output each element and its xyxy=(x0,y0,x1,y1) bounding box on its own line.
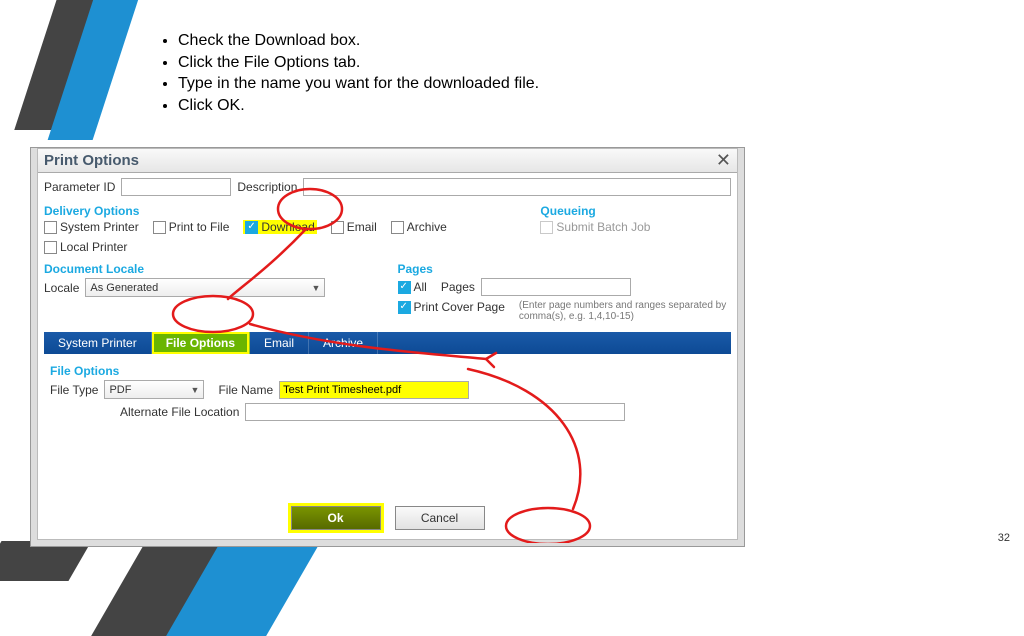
description-input[interactable] xyxy=(303,178,731,196)
local-printer-checkbox[interactable] xyxy=(44,241,57,254)
file-name-label: File Name xyxy=(218,383,273,397)
email-checkbox[interactable] xyxy=(331,221,344,234)
instruction-item: Click the File Options tab. xyxy=(178,52,539,74)
locale-select[interactable]: As Generated ▼ xyxy=(85,278,325,297)
instruction-list: Check the Download box. Click the File O… xyxy=(160,30,539,116)
instruction-item: Check the Download box. xyxy=(178,30,539,52)
file-options-pane: File Options File Type PDF ▼ File Name A… xyxy=(44,354,731,431)
alternate-file-location-input[interactable] xyxy=(245,403,625,421)
dialog-title: Print Options xyxy=(44,152,139,169)
download-checkbox[interactable] xyxy=(245,221,258,234)
queueing-heading: Queueing xyxy=(540,204,731,218)
pages-input[interactable] xyxy=(481,278,631,296)
ok-button[interactable]: Ok xyxy=(291,506,381,530)
pages-all-checkbox[interactable] xyxy=(398,281,411,294)
file-options-heading: File Options xyxy=(50,364,725,378)
tab-bar: System Printer File Options Email Archiv… xyxy=(44,332,731,354)
system-printer-checkbox[interactable] xyxy=(44,221,57,234)
tab-file-options[interactable]: File Options xyxy=(152,332,250,354)
document-locale-heading: Document Locale xyxy=(44,262,378,276)
pages-all-label: All xyxy=(414,280,427,294)
delivery-options-heading: Delivery Options xyxy=(44,204,520,218)
tab-email[interactable]: Email xyxy=(250,332,309,354)
chevron-down-icon: ▼ xyxy=(191,385,200,395)
pages-label: Pages xyxy=(441,280,475,294)
parameter-id-label: Parameter ID xyxy=(44,180,115,194)
alternate-file-location-label: Alternate File Location xyxy=(120,405,239,419)
pages-heading: Pages xyxy=(398,262,732,276)
submit-batch-job-checkbox xyxy=(540,221,553,234)
locale-label: Locale xyxy=(44,281,79,295)
print-to-file-label: Print to File xyxy=(169,220,230,234)
tab-archive[interactable]: Archive xyxy=(309,332,378,354)
chevron-down-icon: ▼ xyxy=(311,283,320,293)
email-label: Email xyxy=(347,220,377,234)
description-label: Description xyxy=(237,180,297,194)
pages-hint: (Enter page numbers and ranges separated… xyxy=(519,300,731,322)
print-cover-page-label: Print Cover Page xyxy=(414,300,505,314)
print-options-dialog-wrap: Print Options ✕ Parameter ID Description… xyxy=(30,147,745,547)
page-number: 32 xyxy=(998,532,1010,544)
locale-value: As Generated xyxy=(90,282,158,294)
instruction-item: Click OK. xyxy=(178,95,539,117)
dialog-titlebar: Print Options ✕ xyxy=(38,149,737,173)
close-icon[interactable]: ✕ xyxy=(716,150,731,171)
print-cover-page-checkbox[interactable] xyxy=(398,301,411,314)
slide-decor-dark-bottom-left xyxy=(0,541,92,581)
archive-checkbox[interactable] xyxy=(391,221,404,234)
print-to-file-checkbox[interactable] xyxy=(153,221,166,234)
archive-label: Archive xyxy=(407,220,447,234)
file-type-value: PDF xyxy=(109,384,131,396)
submit-batch-job-label: Submit Batch Job xyxy=(556,220,650,234)
download-label: Download xyxy=(261,220,314,234)
file-type-select[interactable]: PDF ▼ xyxy=(104,380,204,399)
instruction-item: Type in the name you want for the downlo… xyxy=(178,73,539,95)
print-options-dialog: Print Options ✕ Parameter ID Description… xyxy=(37,148,738,540)
tab-system-printer[interactable]: System Printer xyxy=(44,332,152,354)
file-name-input[interactable] xyxy=(279,381,469,399)
system-printer-label: System Printer xyxy=(60,220,139,234)
cancel-button[interactable]: Cancel xyxy=(395,506,485,530)
file-type-label: File Type xyxy=(50,383,98,397)
local-printer-label: Local Printer xyxy=(60,240,127,254)
parameter-id-input[interactable] xyxy=(121,178,231,196)
